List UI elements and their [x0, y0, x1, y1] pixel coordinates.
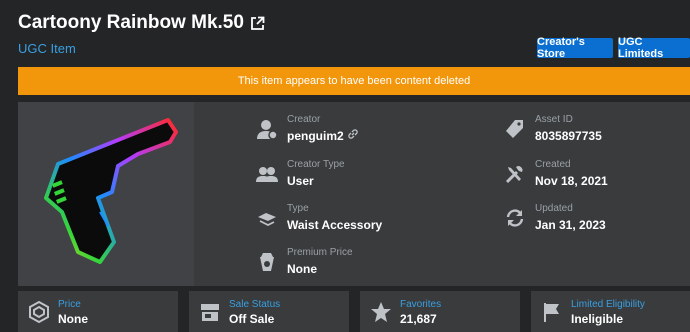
- sale-status-label: Sale Status: [229, 299, 281, 310]
- pistol-image: [44, 118, 178, 264]
- ugc-limiteds-button[interactable]: UGC Limiteds: [618, 36, 690, 60]
- type-value: Waist Accessory: [287, 218, 383, 232]
- creators-store-button[interactable]: Creator's Store: [537, 36, 613, 60]
- updated-field: Updated Jan 31, 2023: [504, 203, 606, 233]
- premium-icon: [256, 251, 278, 273]
- stat-sale-status: Sale Status Off Sale: [189, 291, 349, 332]
- user-icon: [256, 118, 278, 140]
- stats-row: Price None Sale Status Off Sale Favorite…: [18, 291, 690, 332]
- item-title: Cartoony Rainbow Mk.50: [18, 12, 265, 34]
- stat-limited-eligibility: Limited Eligibility Ineligible: [531, 291, 690, 332]
- favorites-value: 21,687: [400, 312, 437, 326]
- tag-icon: [504, 118, 526, 140]
- asset-id-field: Asset ID 8035897735: [504, 114, 602, 144]
- favorites-label: Favorites: [400, 299, 442, 310]
- premium-price-label: Premium Price: [287, 247, 353, 258]
- stat-price: Price None: [18, 291, 178, 332]
- item-title-text: Cartoony Rainbow Mk.50: [18, 12, 244, 33]
- creator-label: Creator: [287, 114, 321, 125]
- sale-status-value: Off Sale: [229, 312, 275, 326]
- accessory-icon: [256, 207, 278, 229]
- link-icon: [347, 128, 359, 144]
- users-icon: [256, 163, 278, 185]
- price-value: None: [58, 312, 88, 326]
- type-field: Type Waist Accessory: [256, 203, 382, 233]
- asset-id-label: Asset ID: [535, 114, 573, 125]
- creator-field: Creator penguim2: [256, 114, 359, 144]
- type-label: Type: [287, 203, 309, 214]
- price-label: Price: [58, 299, 81, 310]
- created-value: Nov 18, 2021: [535, 174, 608, 188]
- creator-link[interactable]: penguim2: [287, 128, 344, 144]
- limited-eligibility-value: Ineligible: [571, 312, 624, 326]
- stat-favorites: Favorites 21,687: [360, 291, 520, 332]
- premium-price-field: Premium Price None: [256, 247, 353, 277]
- tools-icon: [504, 163, 526, 185]
- created-label: Created: [535, 159, 571, 170]
- robux-icon: [28, 300, 50, 324]
- asset-id-value: 8035897735: [535, 129, 602, 143]
- shop-icon: [199, 301, 221, 323]
- creator-type-field: Creator Type User: [256, 159, 345, 189]
- refresh-icon: [504, 207, 526, 229]
- external-link-icon[interactable]: [250, 16, 265, 31]
- creator-type-label: Creator Type: [287, 159, 345, 170]
- updated-value: Jan 31, 2023: [535, 218, 606, 232]
- created-field: Created Nov 18, 2021: [504, 159, 608, 189]
- item-subtitle: UGC Item: [18, 41, 76, 56]
- item-thumbnail: [18, 102, 194, 286]
- item-details-card: Creator penguim2 Creator Type User Type …: [18, 102, 690, 286]
- creator-type-value: User: [287, 174, 314, 188]
- limited-eligibility-label: Limited Eligibility: [571, 299, 645, 310]
- content-deleted-banner: This item appears to have been content d…: [18, 67, 690, 95]
- updated-label: Updated: [535, 203, 573, 214]
- flag-icon: [541, 301, 563, 323]
- star-icon: [370, 301, 392, 323]
- premium-price-value: None: [287, 262, 317, 276]
